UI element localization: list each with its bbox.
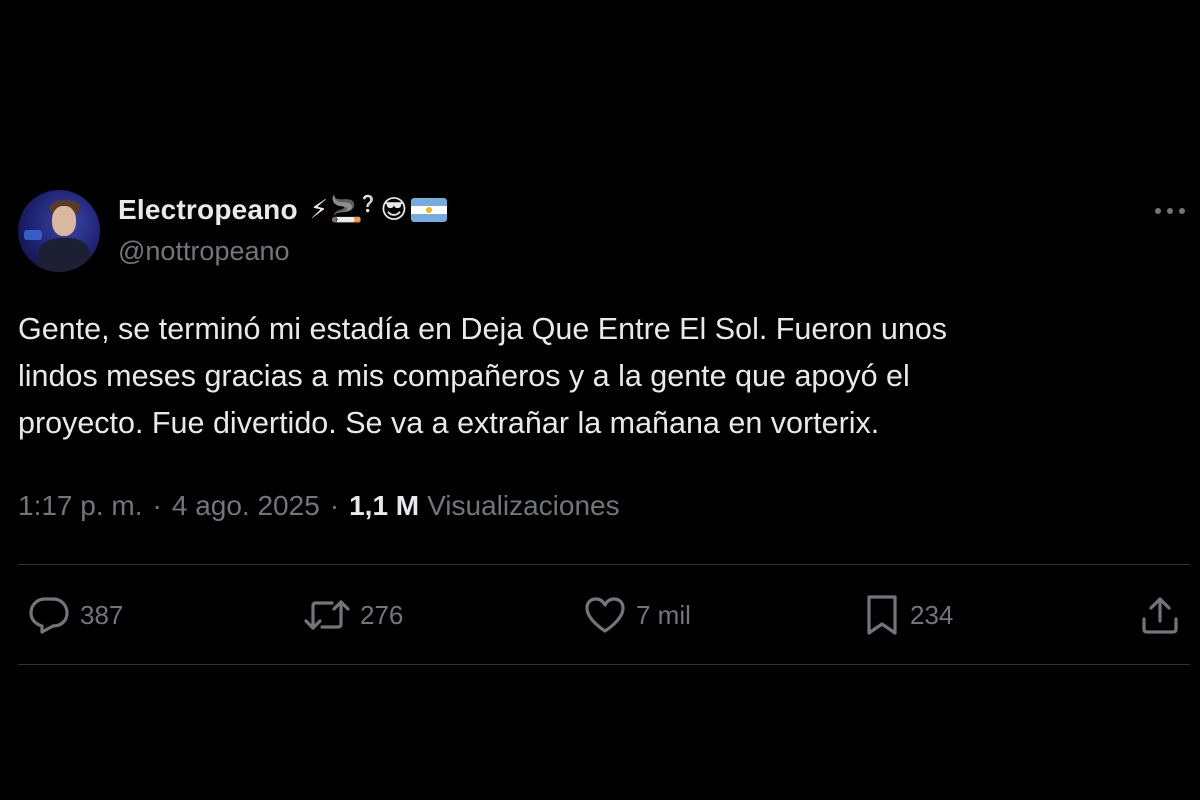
avatar-light [24, 230, 42, 240]
tweet-time[interactable]: 1:17 p. m. [18, 490, 143, 522]
heart-icon [585, 597, 625, 633]
reply-count: 387 [80, 599, 124, 630]
reply-button[interactable]: 387 [28, 590, 123, 640]
question-emoji-icon: ❔ [358, 194, 379, 213]
repost-arrows-icon [304, 600, 350, 630]
like-count: 7 mil [636, 599, 691, 630]
more-options-button[interactable] [1150, 196, 1190, 226]
bookmark-button[interactable]: 234 [864, 590, 953, 640]
reply-bubble-icon [29, 597, 69, 634]
repost-count: 276 [360, 599, 404, 630]
repost-button[interactable]: 276 [304, 590, 403, 640]
argentina-flag-icon [411, 198, 448, 222]
tweet-date[interactable]: 4 ago. 2025 [172, 490, 320, 522]
share-button[interactable] [1140, 590, 1180, 640]
bookmark-count: 234 [910, 599, 954, 630]
author-name-row: Electropeano ⚡ 🚬 ❔ 😎 [118, 192, 448, 228]
name-emojis: ⚡ 🚬 ❔ 😎 [309, 194, 448, 225]
meta-separator: · [152, 490, 162, 521]
more-horizontal-icon [1155, 208, 1185, 214]
like-button[interactable]: 7 mil [584, 590, 691, 640]
avatar-body [38, 238, 90, 272]
avatar-head [52, 206, 76, 236]
bookmark-icon [867, 595, 897, 635]
divider [18, 664, 1190, 665]
tweet-text: Gente, se terminó mi estadía en Deja Que… [18, 312, 948, 440]
share-upload-icon [1142, 597, 1178, 634]
tweet-meta: 1:17 p. m. · 4 ago. 2025 · 1,1 M Visuali… [18, 486, 620, 526]
author-handle[interactable]: @nottropeano [118, 236, 290, 267]
meta-separator: · [329, 490, 340, 521]
author-display-name[interactable]: Electropeano [118, 194, 298, 226]
action-bar: 387 276 7 mil 234 [0, 590, 1200, 640]
views-count: 1,1 M [349, 490, 420, 521]
lightning-emoji-icon: ⚡ [309, 195, 329, 225]
views-label: Visualizaciones [427, 490, 620, 521]
divider [18, 564, 1190, 565]
sunglasses-emoji-icon: 😎 [380, 195, 408, 225]
avatar[interactable] [18, 190, 100, 272]
tweet-card: Electropeano ⚡ 🚬 ❔ 😎 @nottropeano Gente,… [0, 0, 1200, 800]
